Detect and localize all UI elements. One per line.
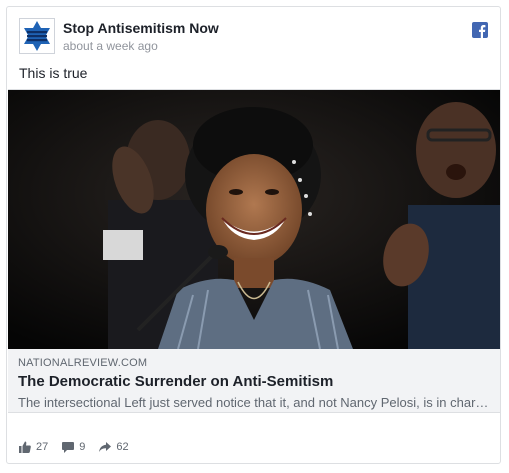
comment-count[interactable]: 9 <box>62 441 85 453</box>
like-count-value: 27 <box>36 441 49 453</box>
link-preview-image[interactable] <box>8 90 500 349</box>
like-count[interactable]: 27 <box>19 441 48 453</box>
comment-count-value: 9 <box>79 441 86 453</box>
reactions-bar: 27 9 62 <box>19 438 129 456</box>
post-timestamp[interactable]: about a week ago <box>63 39 158 53</box>
facebook-icon[interactable] <box>472 22 488 38</box>
post-text: This is true <box>19 65 88 81</box>
facebook-post-card: Stop Antisemitism Now about a week ago T… <box>6 6 501 464</box>
news-photo <box>8 90 500 349</box>
star-of-david-icon <box>20 19 54 53</box>
share-count-value: 62 <box>116 441 129 453</box>
page-name[interactable]: Stop Antisemitism Now <box>63 20 219 36</box>
post-header: Stop Antisemitism Now about a week ago <box>19 18 488 56</box>
share-arrow-icon <box>99 442 112 452</box>
page-avatar[interactable] <box>19 18 55 54</box>
link-description[interactable]: The intersectional Left just served noti… <box>18 395 490 410</box>
share-count[interactable]: 62 <box>99 441 129 453</box>
thumbs-up-icon <box>19 441 31 453</box>
link-domain[interactable]: NATIONALREVIEW.COM <box>18 357 147 369</box>
link-preview[interactable]: NATIONALREVIEW.COM The Democratic Surren… <box>8 89 500 413</box>
comment-icon <box>62 442 75 453</box>
link-title[interactable]: The Democratic Surrender on Anti-Semitis… <box>18 373 333 390</box>
